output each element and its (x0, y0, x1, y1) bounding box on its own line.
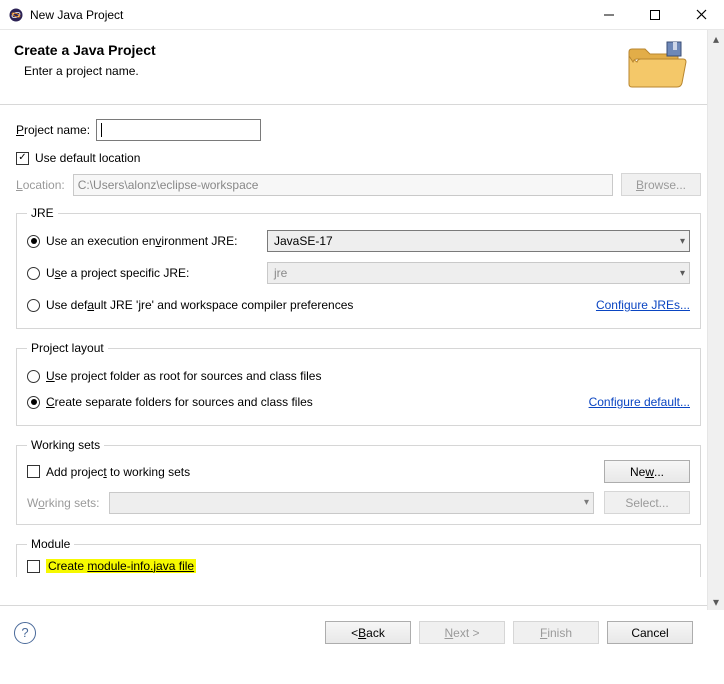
maximize-button[interactable] (632, 0, 678, 30)
text-caret (101, 123, 102, 137)
back-button[interactable]: < Back (325, 621, 411, 644)
select-working-sets-button: Select... (604, 491, 690, 514)
vertical-scrollbar[interactable]: ▴ ▾ (707, 30, 724, 610)
project-name-input[interactable] (96, 119, 261, 141)
exec-env-value: JavaSE-17 (274, 234, 333, 248)
new-working-set-button[interactable]: New... (604, 460, 690, 483)
minimize-button[interactable] (586, 0, 632, 30)
create-module-info-label: Create module-info.java file (46, 559, 196, 573)
add-to-working-sets-label: Add project to working sets (46, 465, 190, 479)
configure-jres-link[interactable]: Configure JREs... (596, 298, 690, 312)
page-title: Create a Java Project (14, 42, 623, 58)
title-bar: New Java Project (0, 0, 724, 30)
chevron-down-icon: ▾ (680, 236, 685, 247)
scroll-up-icon[interactable]: ▴ (708, 30, 724, 47)
eclipse-icon (8, 7, 24, 23)
working-sets-select: ▾ (109, 492, 594, 514)
exec-env-label: Use an execution environment JRE: (46, 234, 237, 248)
exec-env-radio[interactable] (27, 235, 40, 248)
add-to-working-sets-checkbox[interactable] (27, 465, 40, 478)
working-sets-group: Working sets Add project to working sets… (16, 438, 701, 525)
page-subtitle: Enter a project name. (24, 64, 623, 78)
jre-legend: JRE (27, 206, 58, 220)
next-button: Next > (419, 621, 505, 644)
use-default-location-label: Use default location (35, 151, 140, 165)
project-folder-icon (623, 40, 687, 90)
configure-default-link[interactable]: Configure default... (589, 395, 690, 409)
project-jre-select: jre ▾ (267, 262, 690, 284)
project-jre-label: Use a project specific JRE: (46, 266, 189, 280)
chevron-down-icon: ▾ (680, 268, 685, 279)
layout-as-root-radio[interactable] (27, 370, 40, 383)
jre-group: JRE Use an execution environment JRE: Ja… (16, 206, 701, 329)
chevron-down-icon: ▾ (584, 497, 589, 508)
use-default-location-checkbox[interactable]: ✓ (16, 152, 29, 165)
project-layout-group: Project layout Use project folder as roo… (16, 341, 701, 426)
working-sets-legend: Working sets (27, 438, 104, 452)
window-title: New Java Project (30, 8, 586, 22)
location-input (73, 174, 613, 196)
create-module-info-checkbox[interactable] (27, 560, 40, 573)
layout-as-root-label: Use project folder as root for sources a… (46, 369, 321, 383)
project-layout-legend: Project layout (27, 341, 108, 355)
project-jre-radio[interactable] (27, 267, 40, 280)
exec-env-select[interactable]: JavaSE-17 ▾ (267, 230, 690, 252)
default-jre-label: Use default JRE 'jre' and workspace comp… (46, 298, 353, 312)
wizard-header: Create a Java Project Enter a project na… (0, 30, 707, 105)
help-button[interactable]: ? (14, 622, 36, 644)
working-sets-label: Working sets: (27, 496, 99, 510)
wizard-footer: ? < Back Next > Finish Cancel (0, 605, 707, 659)
project-jre-value: jre (274, 266, 287, 280)
browse-button: Browse... (621, 173, 701, 196)
finish-button: Finish (513, 621, 599, 644)
module-legend: Module (27, 537, 74, 551)
location-label: Location: (16, 178, 65, 192)
project-name-label: Project name: (16, 123, 90, 137)
module-group: Module Create module-info.java file (16, 537, 701, 577)
default-jre-radio[interactable] (27, 299, 40, 312)
layout-separate-label: Create separate folders for sources and … (46, 395, 313, 409)
scroll-down-icon[interactable]: ▾ (708, 593, 724, 610)
close-button[interactable] (678, 0, 724, 30)
cancel-button[interactable]: Cancel (607, 621, 693, 644)
layout-separate-radio[interactable] (27, 396, 40, 409)
